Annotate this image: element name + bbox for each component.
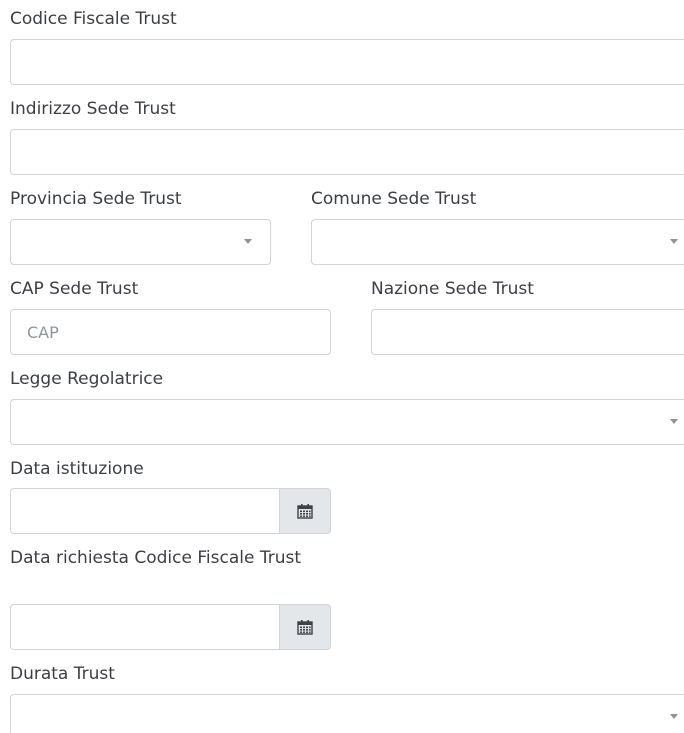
- provincia-chevron-down-icon: [244, 239, 252, 244]
- data-richiesta-field[interactable]: [10, 604, 279, 650]
- indirizzo-field[interactable]: [10, 129, 684, 175]
- comune-select[interactable]: [311, 219, 684, 265]
- data-istituzione-label: Data istituzione: [10, 459, 144, 479]
- data-istituzione-calendar-button[interactable]: [279, 488, 331, 534]
- cap-field[interactable]: [10, 309, 331, 355]
- codice-fiscale-label: Codice Fiscale Trust: [10, 9, 177, 29]
- calendar-icon: [297, 504, 313, 519]
- data-istituzione-input[interactable]: [11, 489, 279, 533]
- data-richiesta-calendar-button[interactable]: [279, 604, 331, 650]
- nazione-label: Nazione Sede Trust: [371, 279, 534, 299]
- codice-fiscale-field[interactable]: [10, 39, 684, 85]
- comune-label: Comune Sede Trust: [311, 189, 477, 209]
- data-richiesta-input[interactable]: [11, 605, 279, 649]
- nazione-field[interactable]: [371, 309, 684, 355]
- durata-chevron-down-icon: [670, 714, 678, 719]
- data-istituzione-field[interactable]: [10, 488, 279, 534]
- legge-label: Legge Regolatrice: [10, 369, 164, 389]
- legge-chevron-down-icon: [670, 419, 678, 424]
- durata-select[interactable]: [10, 694, 684, 733]
- provincia-select[interactable]: [10, 219, 271, 265]
- cap-input[interactable]: [11, 310, 330, 354]
- calendar-icon: [297, 620, 313, 635]
- codice-fiscale-input[interactable]: [11, 40, 684, 84]
- durata-label: Durata Trust: [10, 664, 115, 684]
- data-richiesta-label: Data richiesta Codice Fiscale Trust: [10, 548, 301, 568]
- provincia-label: Provincia Sede Trust: [10, 189, 182, 209]
- legge-select[interactable]: [10, 399, 684, 445]
- nazione-input[interactable]: [372, 310, 684, 354]
- indirizzo-input[interactable]: [11, 130, 684, 174]
- cap-label: CAP Sede Trust: [10, 279, 139, 299]
- comune-chevron-down-icon: [670, 239, 678, 244]
- indirizzo-label: Indirizzo Sede Trust: [10, 99, 176, 119]
